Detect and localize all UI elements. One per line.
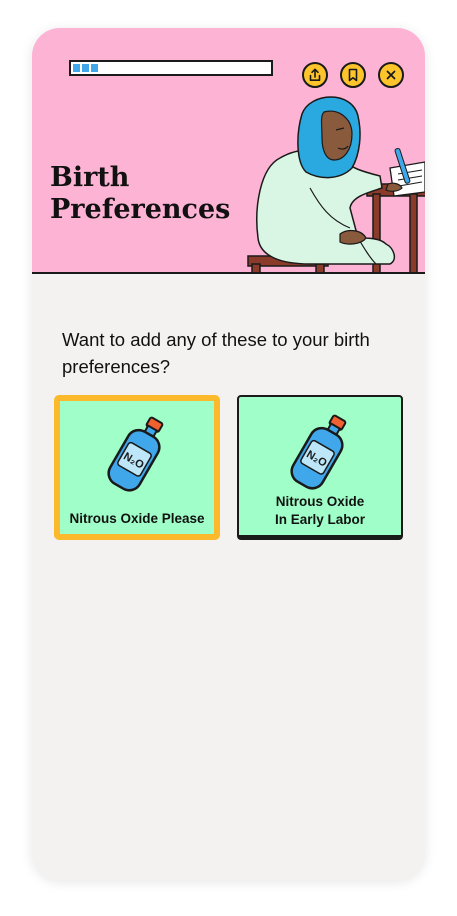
question-text: Want to add any of these to your birth p…: [62, 329, 370, 377]
option-label: Nitrous Oxide In Early Labor: [239, 493, 401, 529]
header: Birth Preferences: [32, 28, 425, 274]
close-icon: [386, 70, 396, 80]
close-button[interactable]: [378, 62, 404, 88]
progress-segment: [91, 64, 98, 72]
share-button[interactable]: [302, 62, 328, 88]
woman-writing-illustration: [247, 96, 425, 272]
share-icon: [309, 68, 321, 81]
page-title-line1: Birth: [50, 162, 130, 193]
option-label-line2: In Early Labor: [274, 512, 366, 527]
progress-segment: [82, 64, 89, 72]
progress-bar: [69, 60, 273, 76]
nitrous-oxide-bottle-icon: N₂O: [107, 416, 164, 492]
option-label-line1: Nitrous Oxide: [275, 494, 365, 509]
bookmark-button[interactable]: [340, 62, 366, 88]
progress-segment: [73, 64, 80, 72]
option-card-nitrous-oxide-early-labor[interactable]: N₂O Nitrous Oxide In Early Labor: [237, 395, 403, 540]
app-screen: Birth Preferences Want to add any of the…: [32, 28, 425, 880]
page-title-line2: Preferences: [50, 194, 231, 225]
option-card-nitrous-oxide-please[interactable]: N₂O Nitrous Oxide Please: [54, 395, 220, 540]
nitrous-oxide-bottle-icon: N₂O: [290, 414, 347, 490]
option-label-line1: Nitrous Oxide Please: [69, 511, 205, 526]
bookmark-icon: [348, 68, 358, 82]
page-title: Birth Preferences: [50, 162, 230, 226]
option-label: Nitrous Oxide Please: [60, 510, 214, 528]
